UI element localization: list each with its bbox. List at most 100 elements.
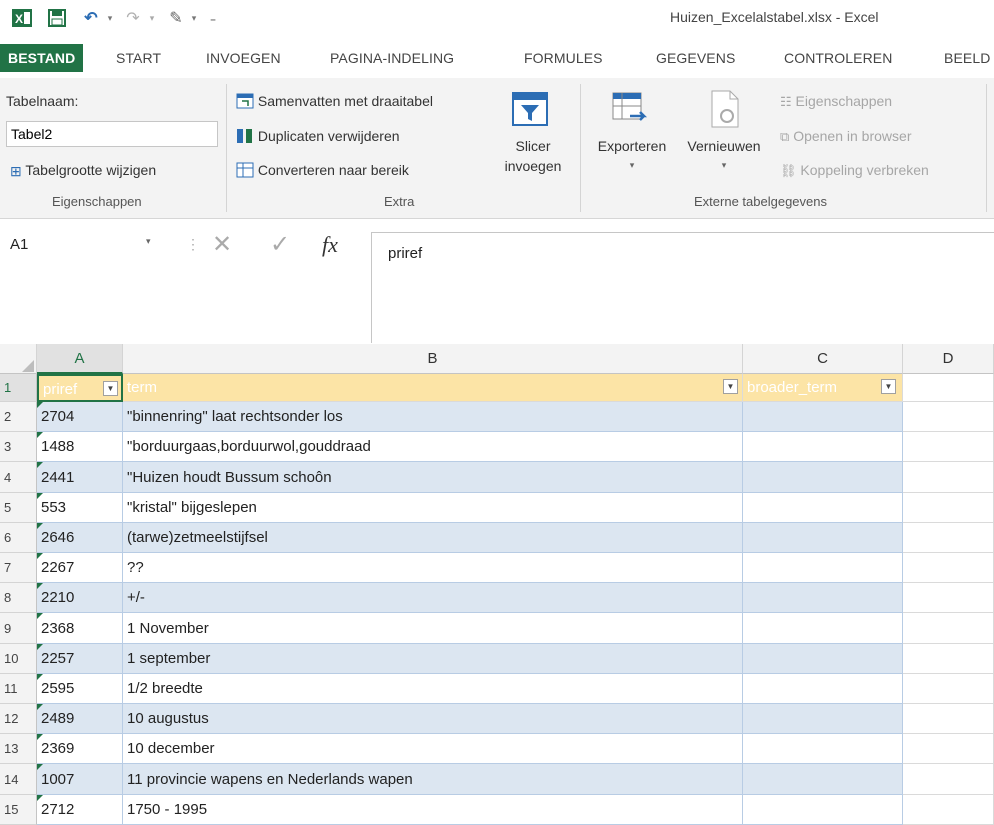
grid-cell[interactable] bbox=[903, 674, 994, 704]
confirm-icon[interactable]: ✓ bbox=[270, 232, 290, 258]
grid-cell[interactable] bbox=[903, 523, 994, 553]
row-header[interactable]: 15 bbox=[0, 795, 37, 825]
tab-pagina-indeling[interactable]: PAGINA-INDELING bbox=[330, 50, 454, 66]
table-cell-broader-term[interactable] bbox=[743, 764, 903, 795]
table-cell-term[interactable]: "binnenring" laat rechtsonder los bbox=[123, 402, 743, 432]
table-cell-priref[interactable]: 2369 bbox=[37, 734, 123, 764]
table-cell-priref[interactable]: 2267 bbox=[37, 553, 123, 583]
table-header-cell[interactable]: term ▼ bbox=[123, 374, 743, 402]
table-cell-term[interactable]: 1750 - 1995 bbox=[123, 795, 743, 825]
table-cell-broader-term[interactable] bbox=[743, 523, 903, 553]
drag-handle-icon[interactable]: ⋮ bbox=[186, 236, 200, 253]
tab-invoegen[interactable]: INVOEGEN bbox=[206, 50, 281, 66]
filter-dropdown-icon[interactable]: ▼ bbox=[881, 379, 896, 394]
table-cell-term[interactable]: (tarwe)zetmeelstijfsel bbox=[123, 523, 743, 553]
row-header[interactable]: 13 bbox=[0, 734, 37, 764]
column-header-c[interactable]: C bbox=[743, 344, 903, 374]
table-cell-term[interactable]: "Huizen houdt Bussum schoôn bbox=[123, 462, 743, 493]
table-cell-term[interactable]: 1 November bbox=[123, 613, 743, 644]
grid-cell[interactable] bbox=[903, 583, 994, 613]
customize-icon[interactable]: ₌ bbox=[206, 8, 220, 28]
row-header[interactable]: 14 bbox=[0, 764, 37, 795]
grid-cell[interactable] bbox=[903, 432, 994, 462]
grid-cell[interactable] bbox=[903, 704, 994, 734]
tab-controleren[interactable]: CONTROLEREN bbox=[784, 50, 892, 66]
table-cell-term[interactable]: 11 provincie wapens en Nederlands wapen bbox=[123, 764, 743, 795]
table-cell-term[interactable]: +/- bbox=[123, 583, 743, 613]
row-header[interactable]: 11 bbox=[0, 674, 37, 704]
table-cell-priref[interactable]: 1007 bbox=[37, 764, 123, 795]
table-cell-priref[interactable]: 2646 bbox=[37, 523, 123, 553]
formula-input[interactable]: priref bbox=[371, 232, 994, 343]
table-cell-broader-term[interactable] bbox=[743, 493, 903, 523]
undo-dropdown-icon[interactable]: ▾ bbox=[104, 8, 116, 28]
convert-range-button[interactable]: Converteren naar bereik bbox=[236, 162, 409, 181]
name-box-dropdown-icon[interactable]: ▾ bbox=[146, 236, 151, 247]
tab-bestand[interactable]: BESTAND bbox=[0, 44, 84, 72]
table-cell-priref[interactable]: 2712 bbox=[37, 795, 123, 825]
table-cell-broader-term[interactable] bbox=[743, 613, 903, 644]
cancel-icon[interactable]: ✕ bbox=[212, 232, 232, 258]
table-header-cell[interactable]: priref ▼ bbox=[37, 374, 123, 402]
fx-icon[interactable]: fx bbox=[322, 232, 338, 258]
row-header[interactable]: 4 bbox=[0, 462, 37, 493]
tab-gegevens[interactable]: GEGEVENS bbox=[656, 50, 735, 66]
grid-cell[interactable] bbox=[903, 462, 994, 493]
tab-beeld[interactable]: BEELD bbox=[944, 50, 990, 66]
row-header[interactable]: 1 bbox=[0, 374, 37, 402]
remove-duplicates-button[interactable]: Duplicaten verwijderen bbox=[236, 128, 400, 147]
table-cell-broader-term[interactable] bbox=[743, 432, 903, 462]
properties-button[interactable]: ☷ Eigenschappen bbox=[780, 93, 892, 110]
table-cell-broader-term[interactable] bbox=[743, 583, 903, 613]
undo-icon[interactable]: ↶ bbox=[80, 8, 102, 28]
grid-cell[interactable] bbox=[903, 613, 994, 644]
table-cell-broader-term[interactable] bbox=[743, 795, 903, 825]
resize-table-button[interactable]: ⊞ Tabelgrootte wijzigen bbox=[10, 162, 156, 180]
open-in-browser-button[interactable]: ⧉ Openen in browser bbox=[780, 128, 911, 145]
table-cell-priref[interactable]: 2704 bbox=[37, 402, 123, 432]
table-cell-priref[interactable]: 1488 bbox=[37, 432, 123, 462]
table-cell-priref[interactable]: 553 bbox=[37, 493, 123, 523]
grid-cell[interactable] bbox=[903, 644, 994, 674]
row-header[interactable]: 8 bbox=[0, 583, 37, 613]
table-cell-broader-term[interactable] bbox=[743, 553, 903, 583]
save-icon[interactable] bbox=[46, 8, 68, 28]
column-header-b[interactable]: B bbox=[123, 344, 743, 374]
refresh-button[interactable]: Vernieuwen ▾ bbox=[676, 86, 772, 190]
redo-icon[interactable]: ↷ bbox=[122, 8, 144, 28]
row-header[interactable]: 7 bbox=[0, 553, 37, 583]
brush-icon[interactable]: ✎ bbox=[166, 8, 186, 28]
table-cell-term[interactable]: 10 december bbox=[123, 734, 743, 764]
column-header-a[interactable]: A bbox=[37, 344, 123, 374]
table-cell-broader-term[interactable] bbox=[743, 674, 903, 704]
row-header[interactable]: 10 bbox=[0, 644, 37, 674]
row-header[interactable]: 3 bbox=[0, 432, 37, 462]
table-cell-term[interactable]: 1/2 breedte bbox=[123, 674, 743, 704]
table-cell-term[interactable]: 10 augustus bbox=[123, 704, 743, 734]
tab-start[interactable]: START bbox=[116, 50, 161, 66]
table-cell-broader-term[interactable] bbox=[743, 734, 903, 764]
table-cell-broader-term[interactable] bbox=[743, 704, 903, 734]
grid-cell[interactable] bbox=[903, 734, 994, 764]
table-cell-broader-term[interactable] bbox=[743, 462, 903, 493]
unlink-button[interactable]: ⛓ Koppeling verbreken bbox=[780, 162, 929, 179]
table-cell-term[interactable]: 1 september bbox=[123, 644, 743, 674]
table-name-input[interactable] bbox=[6, 121, 218, 147]
row-header[interactable]: 5 bbox=[0, 493, 37, 523]
name-box[interactable]: A1 ▾ bbox=[6, 232, 166, 258]
select-all-corner[interactable] bbox=[0, 344, 37, 374]
table-cell-priref[interactable]: 2210 bbox=[37, 583, 123, 613]
tab-formules[interactable]: FORMULES bbox=[524, 50, 603, 66]
filter-dropdown-icon[interactable]: ▼ bbox=[103, 381, 118, 396]
insert-slicer-button[interactable]: Slicer invoegen bbox=[496, 86, 570, 190]
export-button[interactable]: Exporteren ▾ bbox=[588, 86, 676, 190]
row-header[interactable]: 2 bbox=[0, 402, 37, 432]
row-header[interactable]: 12 bbox=[0, 704, 37, 734]
grid-cell[interactable] bbox=[903, 764, 994, 795]
redo-dropdown-icon[interactable]: ▾ bbox=[146, 8, 158, 28]
grid-cell[interactable] bbox=[903, 493, 994, 523]
row-header[interactable]: 9 bbox=[0, 613, 37, 644]
brush-dropdown-icon[interactable]: ▾ bbox=[188, 8, 200, 28]
table-cell-priref[interactable]: 2489 bbox=[37, 704, 123, 734]
table-header-cell[interactable]: broader_term ▼ bbox=[743, 374, 903, 402]
